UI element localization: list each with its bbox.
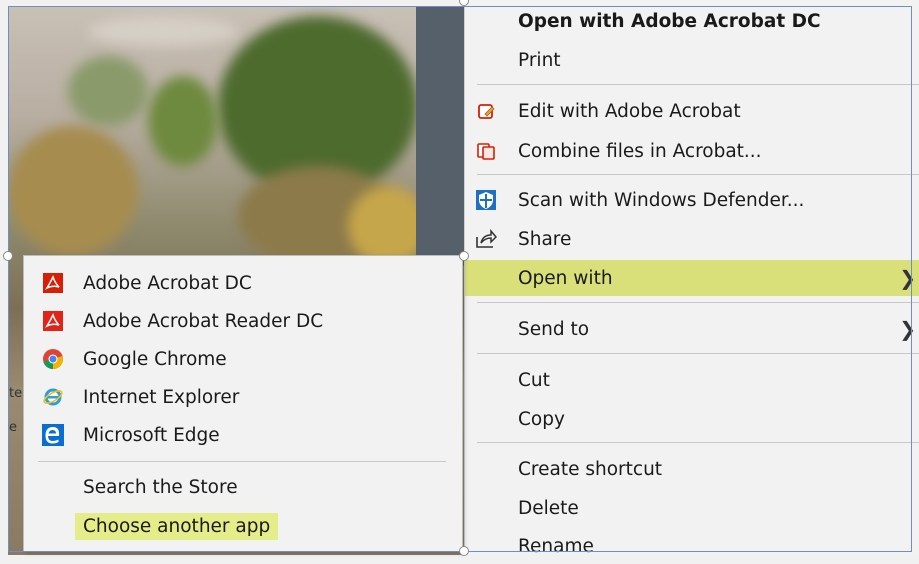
menu-item-scan-defender[interactable]: Scan with Windows Defender... (465, 182, 919, 218)
acrobat-edit-icon (475, 100, 497, 122)
menu-item-send-to[interactable]: Send to ❯ (465, 311, 919, 347)
resize-handle[interactable] (459, 251, 469, 261)
internet-explorer-icon (42, 386, 64, 408)
chevron-right-icon: ❯ (899, 317, 916, 341)
chevron-right-icon: ❯ (899, 266, 916, 290)
resize-handle[interactable] (3, 251, 13, 261)
menu-item-open-with[interactable]: Open with ❯ (465, 260, 919, 296)
menu-separator (477, 84, 919, 85)
menu-item-rename[interactable]: Rename (465, 528, 919, 564)
submenu-item-google-chrome[interactable]: Google Chrome (24, 342, 462, 376)
adobe-reader-icon (42, 310, 64, 332)
menu-item-combine-files[interactable]: Combine files in Acrobat... (465, 133, 919, 169)
background-text-fragment: e (9, 420, 17, 435)
windows-defender-icon (475, 189, 497, 211)
submenu-separator (38, 461, 446, 462)
submenu-item-choose-another-app[interactable]: Choose another app (24, 509, 462, 543)
menu-item-create-shortcut[interactable]: Create shortcut (465, 451, 919, 487)
acrobat-combine-icon (475, 140, 497, 162)
menu-item-print[interactable]: Print (465, 42, 919, 78)
edge-icon (42, 424, 64, 446)
menu-separator (477, 302, 919, 303)
open-with-submenu: Adobe Acrobat DC Adobe Acrobat Reader DC… (23, 255, 463, 552)
menu-item-cut[interactable]: Cut (465, 362, 919, 398)
menu-item-share[interactable]: Share (465, 221, 919, 257)
submenu-item-search-store[interactable]: Search the Store (24, 470, 462, 504)
background-text-fragment: te (9, 386, 23, 401)
share-icon (475, 228, 497, 250)
menu-item-edit-with-acrobat[interactable]: Edit with Adobe Acrobat (465, 93, 919, 129)
menu-separator (477, 442, 919, 443)
chrome-icon (42, 348, 64, 370)
menu-item-copy[interactable]: Copy (465, 401, 919, 437)
menu-separator (477, 353, 919, 354)
menu-separator (477, 174, 919, 175)
submenu-item-adobe-acrobat-dc[interactable]: Adobe Acrobat DC (24, 266, 462, 300)
menu-item-open-with-acrobat[interactable]: Open with Adobe Acrobat DC (465, 3, 919, 39)
submenu-item-microsoft-edge[interactable]: Microsoft Edge (24, 418, 462, 452)
submenu-item-internet-explorer[interactable]: Internet Explorer (24, 380, 462, 414)
context-menu: Open with Adobe Acrobat DC Print Edit wi… (464, 0, 919, 557)
adobe-acrobat-icon (42, 272, 64, 294)
menu-item-delete[interactable]: Delete (465, 490, 919, 526)
submenu-item-adobe-reader-dc[interactable]: Adobe Acrobat Reader DC (24, 304, 462, 338)
